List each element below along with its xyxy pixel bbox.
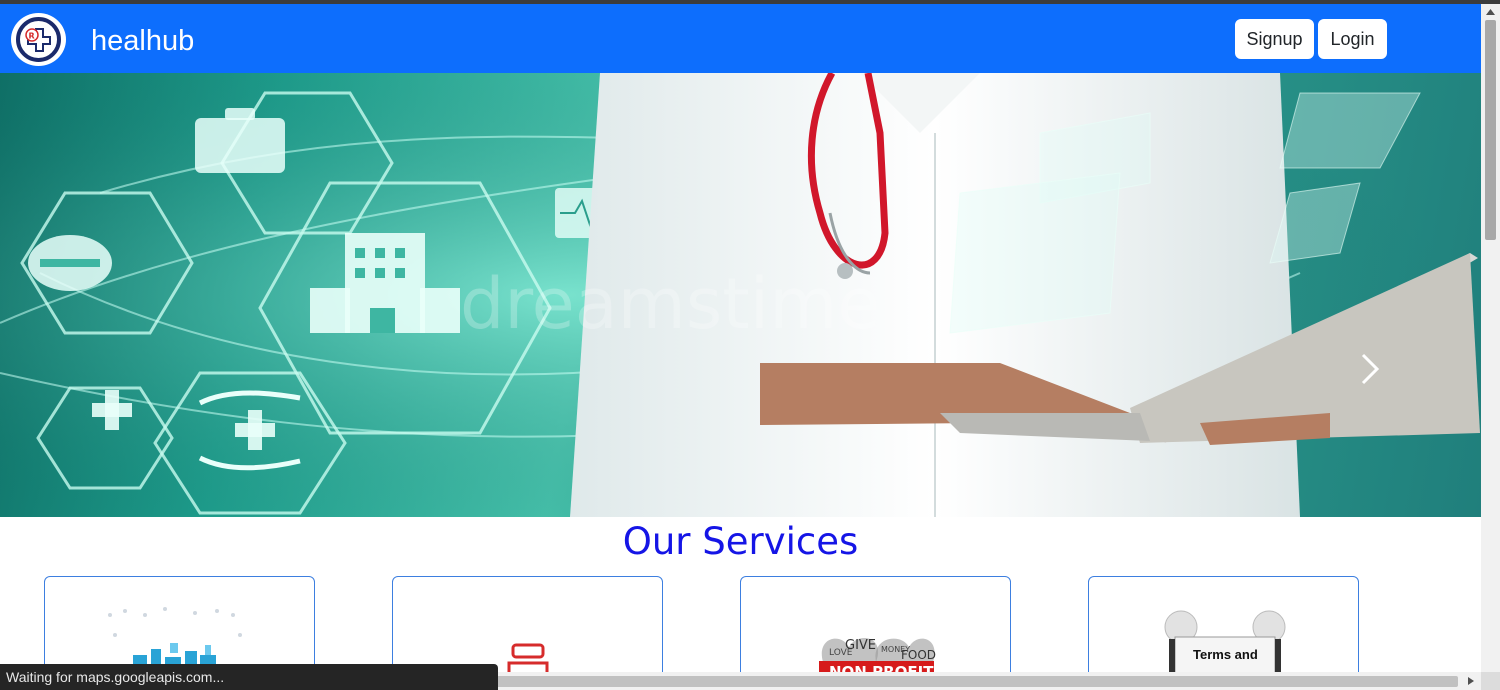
word-food: FOOD	[901, 648, 936, 662]
scrollbar-corner	[1481, 672, 1500, 690]
rx-plus-logo-icon[interactable]: R	[11, 13, 66, 66]
vertical-scroll-thumb[interactable]	[1485, 20, 1496, 240]
browser-status-bar: Waiting for maps.googleapis.com...	[0, 664, 498, 690]
scroll-right-arrow-icon[interactable]	[1463, 672, 1479, 690]
hero-image: dreamstime	[0, 73, 1481, 517]
hero-watermark: dreamstime	[460, 263, 880, 345]
logo-ring: R	[16, 17, 61, 62]
login-button[interactable]: Login	[1318, 19, 1387, 59]
brand-name[interactable]: healhub	[91, 23, 194, 59]
medical-cross-icon: R	[24, 27, 51, 52]
hero-carousel: dreamstime	[0, 73, 1481, 517]
svg-text:R: R	[28, 31, 34, 40]
signup-button[interactable]: Signup	[1235, 19, 1314, 59]
navbar: R healhub Signup Login	[0, 4, 1481, 73]
scroll-up-arrow-icon[interactable]	[1481, 5, 1500, 19]
word-give: GIVE	[845, 638, 876, 653]
chevron-right-icon[interactable]	[1352, 349, 1388, 389]
terms-caption: Terms and	[1193, 647, 1258, 662]
services-title: Our Services	[622, 520, 859, 563]
vertical-scrollbar[interactable]	[1481, 4, 1500, 672]
